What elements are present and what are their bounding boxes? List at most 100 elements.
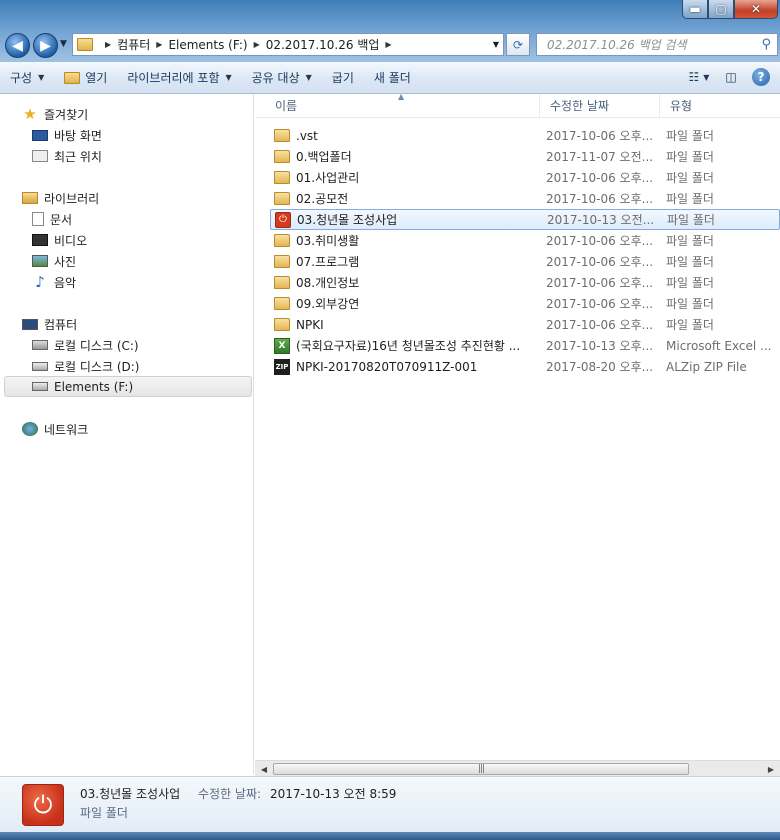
music-note-icon: ♪ (35, 273, 45, 291)
new-folder-button[interactable]: 새 폴더 (364, 66, 421, 90)
cell-type: 파일 폴더 (667, 213, 715, 227)
table-row[interactable]: 0.백업폴더 2017-11-07 오전... 파일 폴더 (270, 146, 780, 167)
nav-desktop[interactable]: 바탕 화면 (32, 125, 102, 145)
organize-label: 구성 (10, 71, 33, 85)
horizontal-scrollbar[interactable]: ◀ ||| ▶ (255, 760, 780, 776)
nav-label: 문서 (50, 212, 73, 227)
table-row[interactable]: 09.외부강연 2017-10-06 오후... 파일 폴더 (270, 293, 780, 314)
cell-type: 파일 폴더 (666, 192, 714, 206)
folder-icon (274, 234, 290, 247)
network-icon (22, 422, 38, 436)
library-icon (22, 192, 38, 204)
scroll-left-icon[interactable]: ◀ (257, 763, 271, 775)
cell-date: 2017-10-06 오후... (546, 276, 654, 290)
nav-disk-d[interactable]: 로컬 디스크 (D:) (32, 356, 139, 376)
arrow-right-icon: ▶ (40, 37, 51, 54)
view-options-button[interactable]: ☷ ▼ (688, 66, 710, 88)
table-row[interactable]: 08.개인정보 2017-10-06 오후... 파일 폴더 (270, 272, 780, 293)
column-header: 이름 ▲ 수정한 날짜 유형 (255, 94, 780, 118)
cell-type: 파일 폴더 (666, 255, 714, 269)
scroll-right-icon[interactable]: ▶ (764, 763, 778, 775)
search-icon[interactable]: ⚲ (761, 37, 771, 52)
file-name: .vst (296, 128, 318, 143)
nav-label: 사진 (54, 254, 77, 269)
details-modified-label: 수정한 날짜: (198, 787, 262, 801)
folder-icon (274, 318, 290, 331)
preview-pane-button[interactable]: ◫ (720, 66, 742, 88)
address-bar[interactable]: ▶ 컴퓨터 ▶ Elements (F:) ▶ 02.2017.10.26 백업… (72, 33, 504, 56)
breadcrumb-drive[interactable]: Elements (F:) (168, 38, 247, 52)
breadcrumb-computer[interactable]: 컴퓨터 (117, 36, 150, 53)
nav-computer[interactable]: 컴퓨터 (22, 314, 77, 334)
table-row[interactable]: .vst 2017-10-06 오후... 파일 폴더 (270, 125, 780, 146)
cell-date: 2017-10-06 오후... (546, 129, 654, 143)
column-date[interactable]: 수정한 날짜 (540, 94, 660, 118)
table-row[interactable]: 01.사업관리 2017-10-06 오후... 파일 폴더 (270, 167, 780, 188)
nav-recent[interactable]: 최근 위치 (32, 146, 102, 166)
maximize-button[interactable]: ▢ (708, 0, 734, 19)
nav-favorites[interactable]: ★ 즐겨찾기 (22, 104, 88, 124)
nav-label: 로컬 디스크 (C:) (54, 338, 139, 353)
refresh-button[interactable]: ⟳ (506, 33, 530, 56)
chevron-right-icon[interactable]: ▶ (254, 40, 260, 49)
nav-videos[interactable]: 비디오 (32, 230, 87, 250)
chevron-down-icon: ▼ (305, 73, 312, 82)
chevron-right-icon[interactable]: ▶ (156, 40, 162, 49)
table-row[interactable]: 03.취미생활 2017-10-06 오후... 파일 폴더 (270, 230, 780, 251)
breadcrumb-folder[interactable]: 02.2017.10.26 백업 (266, 36, 380, 53)
folder-icon (77, 38, 93, 51)
table-row[interactable]: ⏻ 03.청년몰 조성사업 2017-10-13 오전... 파일 폴더 (270, 209, 780, 230)
cell-name: 03.취미생활 (270, 232, 540, 249)
back-button[interactable]: ◀ (5, 33, 30, 58)
burn-button[interactable]: 굽기 (322, 66, 364, 90)
cell-name: X (국회요구자료)16년 청년몰조성 추진현황 ... (270, 337, 540, 354)
command-bar: 구성 ▼ 열기 라이브러리에 포함 ▼ 공유 대상 ▼ 굽기 새 폴더 ☷ ▼ ◫ ? (0, 62, 780, 94)
file-name: 07.프로그램 (296, 255, 360, 269)
forward-button[interactable]: ▶ (33, 33, 58, 58)
table-row[interactable]: X (국회요구자료)16년 청년몰조성 추진현황 ... 2017-10-13 오후… (270, 335, 780, 356)
close-button[interactable]: ✕ (734, 0, 778, 19)
refresh-icon: ⟳ (512, 37, 524, 52)
nav-pictures[interactable]: 사진 (32, 251, 76, 271)
folder-open-icon (64, 71, 81, 84)
column-type[interactable]: 유형 (660, 94, 780, 118)
open-button[interactable]: 열기 (54, 66, 117, 90)
cell-type: 파일 폴더 (666, 276, 714, 290)
nav-music[interactable]: ♪ 음악 (32, 272, 76, 292)
chevron-right-icon[interactable]: ▶ (385, 40, 391, 49)
table-row[interactable]: 02.공모전 2017-10-06 오후... 파일 폴더 (270, 188, 780, 209)
table-row[interactable]: ZIP NPKI-20170820T070911Z-001 2017-08-20 오… (270, 356, 780, 377)
cell-name: .vst (270, 129, 540, 143)
nav-documents[interactable]: 문서 (32, 209, 72, 229)
search-box[interactable]: ⚲ (536, 33, 778, 56)
scrollbar-thumb[interactable]: ||| (273, 763, 689, 775)
organize-button[interactable]: 구성 ▼ (0, 66, 54, 90)
nav-network[interactable]: 네트워크 (22, 419, 88, 439)
nav-disk-c[interactable]: 로컬 디스크 (C:) (32, 335, 139, 355)
cell-name: ⏻ 03.청년몰 조성사업 (271, 211, 541, 228)
folder-icon (274, 192, 290, 205)
chevron-right-icon[interactable]: ▶ (105, 40, 111, 49)
folder-icon (274, 297, 290, 310)
cell-type: 파일 폴더 (666, 129, 714, 143)
nav-libraries[interactable]: 라이브러리 (22, 188, 99, 208)
search-input[interactable] (547, 37, 747, 52)
share-button[interactable]: 공유 대상 ▼ (242, 66, 322, 90)
table-row[interactable]: 07.프로그램 2017-10-06 오후... 파일 폴더 (270, 251, 780, 272)
recent-pages-dropdown[interactable]: ▼ (60, 39, 67, 49)
nav-label: 최근 위치 (54, 149, 102, 164)
file-name: NPKI-20170820T070911Z-001 (296, 359, 478, 374)
include-library-button[interactable]: 라이브러리에 포함 ▼ (117, 66, 241, 90)
nav-disk-f[interactable]: Elements (F:) (4, 376, 252, 397)
nav-label: 음악 (54, 275, 77, 290)
file-name: 03.청년몰 조성사업 (297, 213, 398, 227)
file-name: NPKI (296, 317, 324, 332)
cell-name: 09.외부강연 (270, 295, 540, 312)
nav-label: 바탕 화면 (54, 128, 102, 143)
table-row[interactable]: NPKI 2017-10-06 오후... 파일 폴더 (270, 314, 780, 335)
chevron-down-icon[interactable]: ▼ (493, 40, 499, 49)
help-icon[interactable]: ? (752, 68, 770, 86)
minimize-button[interactable]: ▬ (682, 0, 708, 19)
folder-icon (274, 276, 290, 289)
file-name: 02.공모전 (296, 192, 349, 206)
